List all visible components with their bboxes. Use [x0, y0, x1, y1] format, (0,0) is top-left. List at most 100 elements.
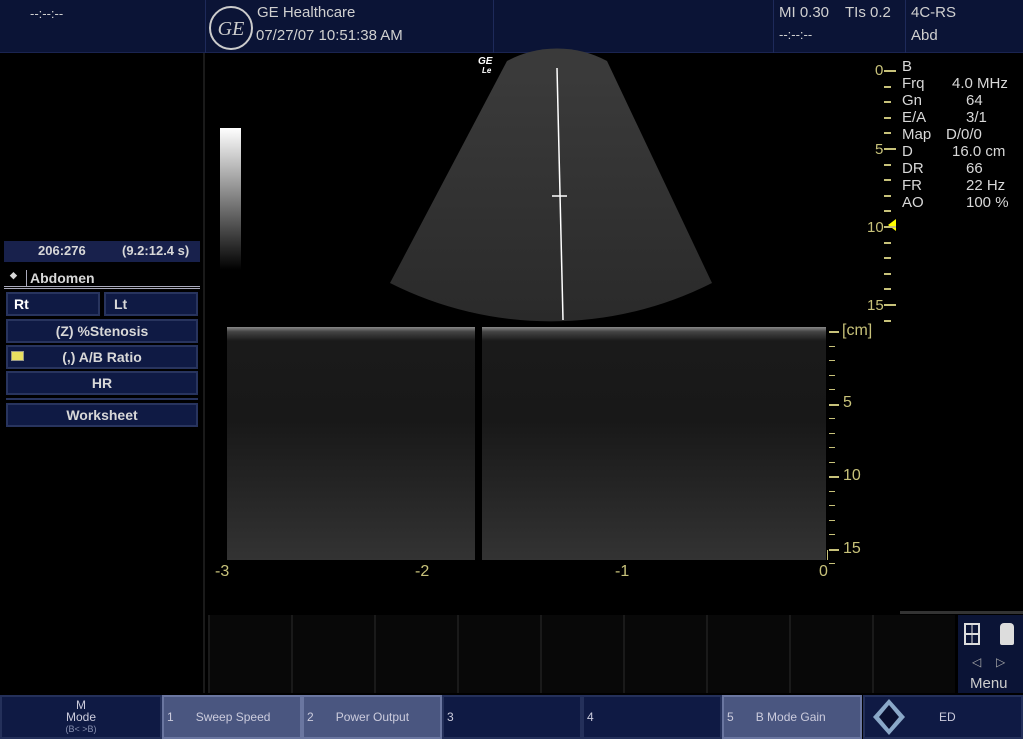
- param-value: 16.0 cm: [952, 143, 1006, 160]
- depth-label: 10: [867, 219, 884, 236]
- depth-tick: [884, 85, 891, 88]
- softkey-number: 2: [307, 710, 314, 724]
- param-value: 4.0 MHz: [952, 75, 1008, 92]
- folder-icon: [11, 351, 24, 361]
- depth-tick: [884, 257, 891, 260]
- param-key: AO: [902, 194, 924, 211]
- softkey-1[interactable]: 1 Sweep Speed: [162, 695, 302, 739]
- thumbnail-slot[interactable]: [374, 615, 457, 693]
- m-depth-label: 10: [843, 467, 861, 484]
- softkey-5[interactable]: 5 B Mode Gain: [722, 695, 862, 739]
- softkey-label: Power Output: [335, 710, 410, 724]
- param-row: D 16.0 cm: [902, 143, 1022, 160]
- m-depth-tick: [829, 519, 835, 521]
- m-mode-trace-left: [227, 327, 475, 560]
- softkey-number: 4: [587, 710, 594, 724]
- thumbnail-slot[interactable]: [706, 615, 789, 693]
- mode-key-label: Mode: [65, 710, 97, 724]
- m-depth-tick: [829, 374, 835, 376]
- param-row: FR 22 Hz: [902, 177, 1022, 194]
- time-label: 0: [819, 563, 828, 580]
- depth-tick: [884, 272, 891, 275]
- depth-tick: [884, 304, 896, 306]
- thumbnail-slot[interactable]: [291, 615, 374, 693]
- diamond-icon: [873, 699, 905, 735]
- m-mode-trace-right: [482, 327, 826, 560]
- depth-label: 15: [867, 297, 884, 314]
- thumbnail-slot[interactable]: [872, 615, 955, 693]
- worksheet-button[interactable]: Worksheet: [6, 403, 198, 427]
- param-row: B: [902, 58, 1022, 75]
- m-depth-tick: [829, 505, 835, 506]
- m-depth-tick: [829, 345, 835, 347]
- depth-tick: [884, 70, 896, 72]
- depth-tick: [884, 148, 896, 150]
- depth-tick: [884, 288, 891, 291]
- depth-tick: [884, 194, 891, 197]
- ab-ratio-label: (,) A/B Ratio: [62, 349, 142, 365]
- param-key: FR: [902, 177, 922, 194]
- depth-tick: [884, 163, 891, 166]
- thumbnail-slot[interactable]: [623, 615, 706, 693]
- softkey-4[interactable]: 4: [582, 695, 722, 739]
- depth-unit: [cm]: [842, 322, 873, 339]
- param-row: E/A 3/1: [902, 109, 1022, 126]
- thumbnail-slot[interactable]: [789, 615, 872, 693]
- m-depth-tick: [829, 490, 835, 492]
- m-depth-tick: [829, 331, 839, 333]
- depth-tick: [884, 210, 891, 213]
- next-arrow-icon[interactable]: ▷: [996, 655, 1005, 669]
- depth-tick: [884, 132, 891, 135]
- depth-tick: [884, 241, 891, 244]
- softkey-label: B Mode Gain: [755, 710, 826, 724]
- thumbnail-slot[interactable]: [208, 615, 291, 693]
- thumbnail-slot[interactable]: [457, 615, 540, 693]
- param-value: 66: [966, 160, 983, 177]
- m-depth-tick: [829, 432, 835, 434]
- param-value: 22 Hz: [966, 177, 1006, 194]
- param-key: Frq: [902, 75, 925, 92]
- hr-button[interactable]: HR: [6, 371, 198, 395]
- mode-key[interactable]: M Mode (B< >B): [0, 695, 162, 739]
- ed-label: ED: [939, 710, 956, 724]
- trash-icon[interactable]: [1000, 623, 1014, 645]
- softkey-number: 1: [167, 710, 174, 724]
- m-depth-tick: [829, 418, 835, 419]
- param-key: Map: [902, 126, 932, 143]
- softkey-number: 3: [447, 710, 454, 724]
- param-row: Gn 64: [902, 92, 1022, 109]
- param-value: 100 %: [966, 194, 1009, 211]
- depth-label: 0: [875, 62, 884, 79]
- time-label: -1: [615, 563, 630, 580]
- m-depth-tick: [829, 461, 835, 463]
- depth-tick: [884, 226, 896, 228]
- m-depth-tick: [829, 476, 839, 478]
- thumbnail-slot[interactable]: [540, 615, 623, 693]
- softkey-3[interactable]: 3: [442, 695, 582, 739]
- depth-tick: [884, 179, 891, 182]
- param-value: D/0/0: [946, 126, 982, 143]
- param-row: AO 100 %: [902, 194, 1022, 211]
- softkey-label: Sweep Speed: [195, 710, 271, 724]
- probe-orientation-sub: Le: [482, 66, 492, 75]
- m-depth-tick: [829, 389, 835, 390]
- m-depth-tick: [829, 548, 839, 551]
- depth-tick: [884, 101, 891, 104]
- m-depth-tick: [829, 534, 835, 535]
- softkey-number: 5: [727, 710, 734, 724]
- menu-box: ◁ ▷ Menu: [958, 615, 1023, 693]
- ab-ratio-button[interactable]: (,) A/B Ratio: [6, 345, 198, 369]
- ed-key[interactable]: ED: [863, 695, 1023, 739]
- menu-label[interactable]: Menu: [970, 675, 1008, 692]
- param-key: D: [902, 143, 913, 160]
- depth-label: 5: [875, 141, 884, 158]
- prev-arrow-icon[interactable]: ◁: [972, 655, 981, 669]
- param-row: DR 66: [902, 160, 1022, 177]
- param-row: Map D/0/0: [902, 126, 1022, 143]
- grid-layout-icon[interactable]: [964, 623, 980, 645]
- depth-tick: [884, 116, 891, 119]
- m-depth-tick: [829, 563, 835, 564]
- hr-label: HR: [91, 375, 113, 391]
- softkey-2[interactable]: 2 Power Output: [302, 695, 442, 739]
- time-tick: [827, 550, 828, 560]
